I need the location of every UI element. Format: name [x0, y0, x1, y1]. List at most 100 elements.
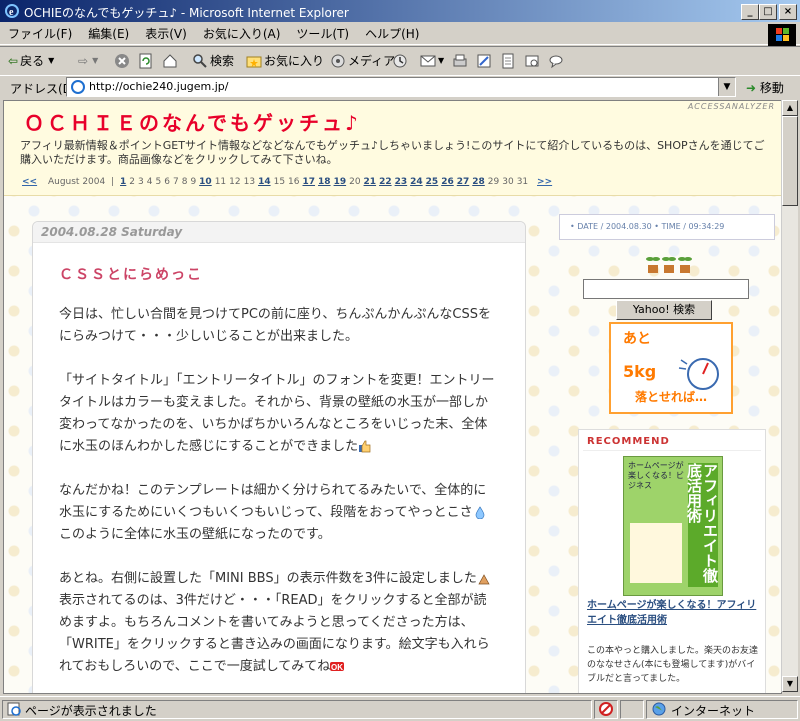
menu-favorites[interactable]: お気に入り(A)	[195, 24, 289, 42]
address-input[interactable]: http://ochie240.jugem.jp/ ▼	[66, 77, 736, 97]
sidebar-datetime: • DATE / 2004.08.30 • TIME / 09:34:29	[570, 222, 725, 231]
calendar-day: 11	[214, 177, 227, 187]
status-bar: ページが表示されました インターネット	[0, 696, 800, 721]
calendar-day[interactable]: 23	[395, 177, 408, 187]
forward-arrow-icon: ⇨	[78, 54, 89, 68]
address-bar: アドレス(D) http://ochie240.jugem.jp/ ▼ ➜ 移動	[0, 75, 800, 99]
calendar-day[interactable]: 21	[364, 177, 377, 187]
menu-help[interactable]: ヘルプ(H)	[357, 24, 427, 42]
access-analyzer-logo[interactable]: ACCESSANALYZER	[688, 102, 775, 111]
research-button[interactable]	[524, 52, 540, 70]
entry-box: 2004.08.28 Saturday ＣＳＳとにらめっこ 今日は、忙しい合間を…	[32, 221, 526, 693]
maximize-button[interactable]: □	[759, 4, 777, 20]
history-button[interactable]	[392, 52, 408, 70]
print-button[interactable]	[452, 52, 468, 70]
recommend-divider	[583, 450, 761, 451]
refresh-icon	[139, 53, 152, 69]
svg-text:e: e	[9, 7, 14, 18]
calendar-day[interactable]: 27	[457, 177, 470, 187]
history-icon	[393, 54, 407, 68]
calendar-day[interactable]: 22	[379, 177, 392, 187]
calendar-prev-link[interactable]: <<	[22, 177, 37, 187]
page-done-icon	[7, 702, 21, 716]
messenger-button[interactable]	[548, 52, 564, 70]
diet-banner-line2: 5kg	[623, 362, 657, 381]
recommend-description: この本やっと購入しました。楽天のお友達のななせさん(本にも登場してます)がバイブ…	[587, 646, 759, 684]
go-arrow-icon: ➜	[746, 81, 757, 95]
favorites-label: お気に入り	[264, 54, 325, 68]
edit-button[interactable]	[476, 52, 492, 70]
back-arrow-icon: ⇦	[8, 54, 19, 68]
mail-button[interactable]: ▼	[420, 52, 444, 70]
close-button[interactable]: ×	[779, 4, 797, 20]
book-cover-image[interactable]: ホームページが楽しくなる！ビジネス アフィリエイト徹底活用術	[623, 456, 723, 596]
media-label: メディア	[348, 54, 396, 68]
site-description: アフィリ最新情報＆ポイントGETサイト情報などなどなんでもゲッチュ♪しちゃいまし…	[20, 139, 765, 166]
media-button[interactable]: メディア	[330, 52, 395, 70]
popup-blocked-panel[interactable]	[594, 700, 618, 719]
thumbs-up-icon	[359, 440, 371, 453]
page-viewport[interactable]: ＯＣＨＩＥのなんでもゲッチュ♪ ACCESSANALYZER アフィリ最新情報＆…	[3, 100, 782, 694]
recommend-link[interactable]: ホームページが楽しくなる！アフィリエイト徹底活用術	[587, 598, 759, 628]
calendar-day[interactable]: 17	[303, 177, 316, 187]
recommend-box: RECOMMEND ホームページが楽しくなる！ビジネス アフィリエイト徹底活用術…	[578, 429, 766, 693]
chevron-down-icon: ▼	[92, 56, 99, 65]
calendar-day[interactable]: 19	[334, 177, 347, 187]
refresh-button[interactable]	[138, 52, 154, 70]
calendar-days: 1 2 3 4 5 6 7 8 9 10 11 12 13 14 15 16 17 18 19 20 21 22 23 24 2…	[120, 177, 531, 187]
chevron-down-icon: ▼	[438, 56, 445, 65]
menu-file[interactable]: ファイル(F)	[0, 24, 80, 42]
yahoo-search-button[interactable]: Yahoo! 検索	[616, 300, 712, 320]
calendar-day[interactable]: 18	[318, 177, 331, 187]
status-text: ページが表示されました	[25, 704, 157, 718]
calendar-day[interactable]: 1	[120, 177, 126, 187]
book-cover-title: アフィリエイト徹底活用術	[685, 463, 719, 587]
menu-view[interactable]: 表示(V)	[137, 24, 195, 42]
entry-paragraph: 今日は、忙しい合間を見つけてPCの前に座り、ちんぷんかんぷんなCSSをにらみつけ…	[59, 307, 491, 344]
scrollbar-thumb[interactable]	[782, 116, 798, 206]
home-icon	[163, 54, 177, 68]
home-button[interactable]	[162, 52, 178, 70]
document-icon	[502, 53, 514, 69]
window-titlebar: e OCHIEのなんでもゲッチュ♪ - Microsoft Internet E…	[0, 0, 800, 22]
scroll-down-button[interactable]: ▼	[782, 676, 798, 692]
stop-button[interactable]	[114, 52, 130, 70]
menu-bar: ファイル(F) 編集(E) 表示(V) お気に入り(A) ツール(T) ヘルプ(…	[0, 24, 800, 45]
calendar-day[interactable]: 14	[258, 177, 271, 187]
security-zone-panel: インターネット	[646, 700, 798, 719]
chevron-down-icon: ▼	[723, 82, 731, 92]
media-icon	[331, 54, 345, 68]
calendar-day[interactable]: 26	[441, 177, 454, 187]
calendar-day[interactable]: 10	[199, 177, 212, 187]
yahoo-search-input[interactable]	[583, 279, 749, 299]
discuss-button[interactable]	[500, 52, 516, 70]
go-button[interactable]: ➜ 移動	[746, 79, 784, 96]
standard-toolbar: ⇦ 戻る ▼ ⇨ ▼ 検索 お気に入り メディア ▼	[0, 46, 800, 76]
menu-tools[interactable]: ツール(T)	[288, 24, 357, 42]
calendar-next-link[interactable]: >>	[537, 177, 552, 187]
scroll-up-arrow-icon: ▲	[786, 103, 794, 112]
forward-button[interactable]: ⇨ ▼	[78, 52, 98, 70]
calendar-month: August 2004	[47, 177, 106, 187]
search-label: 検索	[210, 54, 235, 68]
calendar-day[interactable]: 28	[472, 177, 485, 187]
address-dropdown-button[interactable]: ▼	[718, 78, 735, 96]
vertical-scrollbar[interactable]: ▲ ▼	[781, 100, 798, 692]
calendar-day[interactable]: 24	[410, 177, 423, 187]
calendar-day[interactable]: 25	[426, 177, 439, 187]
calendar-day: 2	[129, 177, 136, 187]
site-title[interactable]: ＯＣＨＩＥのなんでもゲッチュ♪	[24, 107, 361, 136]
entry-body: 今日は、忙しい合間を見つけてPCの前に座り、ちんぷんかんぷんなCSSをにらみつけ…	[59, 304, 499, 693]
calendar-day: 3	[138, 177, 144, 187]
scroll-up-button[interactable]: ▲	[782, 100, 798, 116]
search-button[interactable]: 検索	[192, 52, 234, 70]
favorites-button[interactable]: お気に入り	[246, 52, 324, 70]
minimize-button[interactable]: _	[741, 4, 759, 20]
entry-date-bar: 2004.08.28 Saturday	[33, 222, 525, 243]
window-title: OCHIEのなんでもゲッチュ♪ - Microsoft Internet Exp…	[24, 6, 349, 20]
back-button[interactable]: ⇦ 戻る ▼	[8, 52, 54, 70]
menu-edit[interactable]: 編集(E)	[80, 24, 137, 42]
diet-banner[interactable]: あと 5kg 落とせれば…	[609, 322, 733, 414]
calendar-day: 6	[164, 177, 170, 187]
book-cover-panel	[630, 523, 682, 583]
